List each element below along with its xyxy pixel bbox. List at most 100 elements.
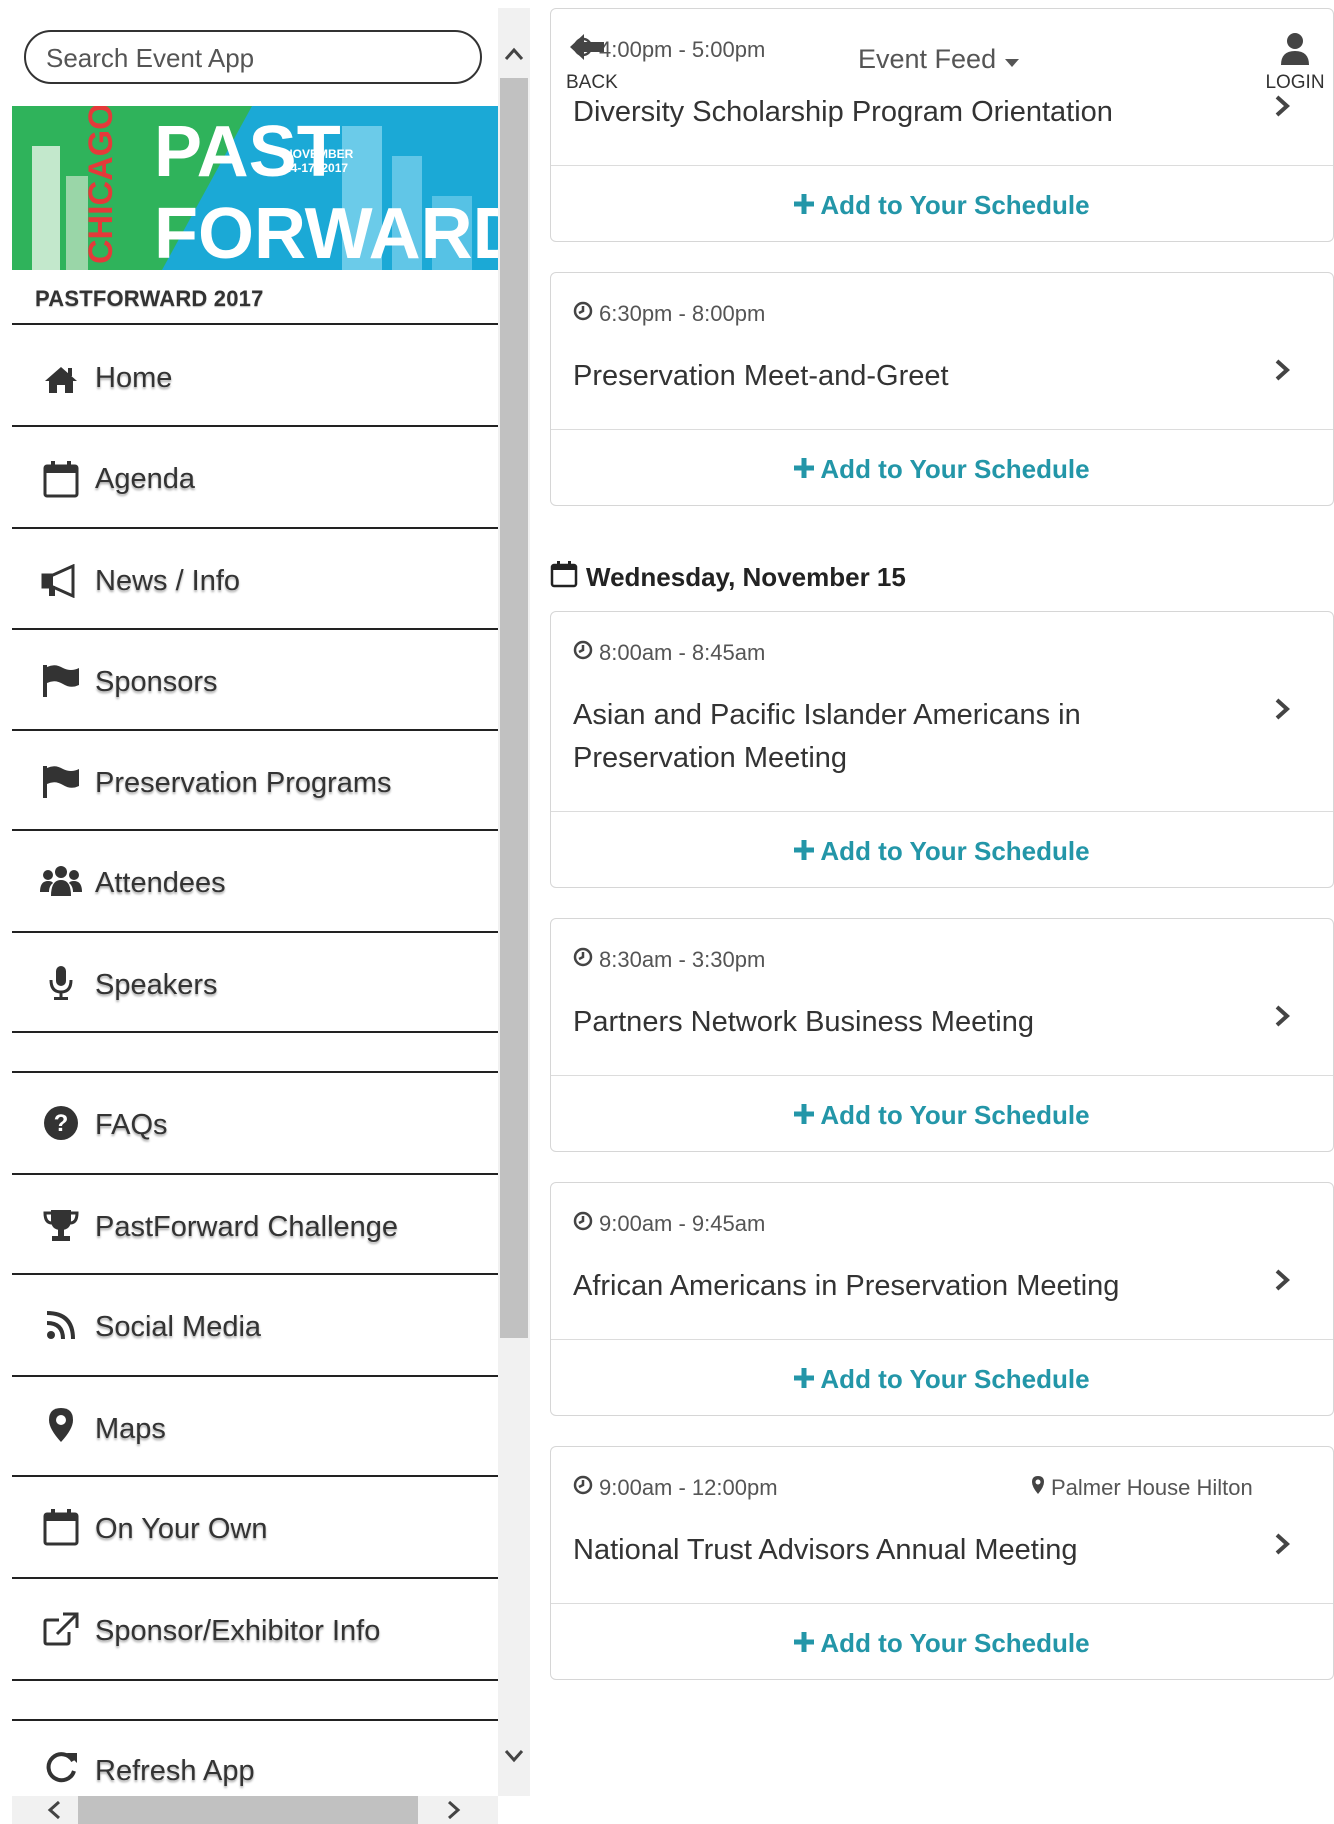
plus-icon — [794, 454, 815, 485]
megaphone-icon — [38, 561, 84, 601]
nav-label-sponsor-exhibitor-info: Sponsor/Exhibitor Info — [95, 1615, 381, 1647]
login-button[interactable]: LOGIN — [1260, 22, 1330, 102]
add-to-schedule-button[interactable]: Add to Your Schedule — [551, 1095, 1333, 1135]
nav-label-pastforward-challenge: PastForward Challenge — [95, 1211, 399, 1243]
chevron-right-icon[interactable] — [1273, 694, 1293, 724]
flag-icon — [38, 660, 84, 700]
sidebar: CHICAGO PAST FORWARD NOVEMBER 14-17, 201… — [0, 0, 530, 1824]
add-to-schedule-label: Add to Your Schedule — [820, 1363, 1090, 1394]
user-icon — [1280, 32, 1310, 71]
session-title[interactable]: Asian and Pacific Islander Americans in … — [573, 694, 1243, 780]
calendar-icon — [38, 1507, 84, 1547]
card-divider — [551, 811, 1333, 812]
question-icon: ? — [38, 1103, 84, 1143]
nav-item-agenda[interactable]: Agenda — [12, 433, 498, 529]
session-time: 8:30am - 3:30pm — [573, 947, 765, 973]
add-to-schedule-button[interactable]: Add to Your Schedule — [551, 185, 1333, 225]
calendar-icon — [550, 560, 578, 595]
scroll-up-icon[interactable] — [498, 38, 530, 70]
event-banner: CHICAGO PAST FORWARD NOVEMBER 14-17, 201… — [12, 106, 498, 270]
add-to-schedule-button[interactable]: Add to Your Schedule — [551, 1623, 1333, 1663]
caret-down-icon — [1004, 44, 1020, 75]
nav-label-news: News / Info — [95, 565, 241, 597]
chevron-right-icon[interactable] — [1273, 1001, 1293, 1031]
nav-item-pastforward-challenge[interactable]: PastForward Challenge — [12, 1181, 498, 1277]
chevron-right-icon[interactable] — [1273, 1529, 1293, 1559]
sidebar-horizontal-scrollbar[interactable] — [12, 1796, 498, 1824]
nav-item-sponsor-exhibitor-info[interactable]: Sponsor/Exhibitor Info — [12, 1585, 498, 1681]
session-card: 9:00am - 12:00pm Palmer House Hilton Nat… — [550, 1446, 1334, 1680]
session-time: 9:00am - 12:00pm — [573, 1475, 778, 1501]
plus-icon — [794, 836, 815, 867]
session-title[interactable]: Partners Network Business Meeting — [573, 1001, 1243, 1044]
session-card: 8:30am - 3:30pm Partners Network Busines… — [550, 918, 1334, 1152]
banner-word2: FORWARD — [154, 194, 498, 270]
session-title[interactable]: African Americans in Preservation Meetin… — [573, 1265, 1243, 1308]
card-divider — [551, 165, 1333, 166]
scroll-left-icon[interactable] — [38, 1794, 70, 1824]
nav-label-faqs: FAQs — [95, 1109, 168, 1141]
map-marker-icon — [1031, 1475, 1045, 1501]
scrollbar-thumb[interactable] — [78, 1796, 418, 1824]
event-feed-title: Event Feed — [858, 44, 997, 74]
nav-item-attendees[interactable]: Attendees — [12, 837, 498, 933]
clock-icon — [573, 640, 593, 666]
session-card: 6:30pm - 8:00pm Preservation Meet-and-Gr… — [550, 272, 1334, 506]
nav-item-sponsors[interactable]: Sponsors — [12, 636, 498, 732]
banner-date-line2: 14-17, 2017 — [284, 161, 348, 175]
clock-icon — [573, 947, 593, 973]
session-title[interactable]: National Trust Advisors Annual Meeting — [573, 1529, 1243, 1572]
nav-item-maps[interactable]: Maps — [12, 1383, 498, 1479]
flag-icon — [38, 761, 84, 801]
day-header-text: Wednesday, November 15 — [586, 562, 906, 592]
plus-icon — [794, 190, 815, 221]
session-time: 6:30pm - 8:00pm — [573, 301, 765, 327]
nav-divider — [12, 1719, 498, 1721]
calendar-icon — [38, 459, 84, 499]
event-feed-dropdown[interactable]: Event Feed — [858, 44, 1020, 75]
microphone-icon — [38, 963, 84, 1003]
nav-item-social-media[interactable]: Social Media — [12, 1281, 498, 1377]
home-icon — [38, 360, 84, 400]
clock-icon — [573, 301, 593, 327]
back-label[interactable]: BACK — [566, 72, 618, 94]
nav-item-faqs[interactable]: ? FAQs — [12, 1079, 498, 1175]
scroll-down-icon[interactable] — [498, 1740, 530, 1772]
day-header: Wednesday, November 15 — [550, 560, 906, 595]
login-label: LOGIN — [1265, 72, 1325, 93]
chevron-right-icon[interactable] — [1273, 355, 1293, 385]
add-to-schedule-button[interactable]: Add to Your Schedule — [551, 831, 1333, 871]
add-to-schedule-button[interactable]: Add to Your Schedule — [551, 449, 1333, 489]
nav-divider — [12, 1071, 498, 1073]
nav-item-preservation-programs[interactable]: Preservation Programs — [12, 737, 498, 833]
search-box[interactable] — [24, 30, 482, 84]
nav-label-attendees: Attendees — [95, 867, 226, 899]
session-card: 9:00am - 9:45am African Americans in Pre… — [550, 1182, 1334, 1416]
scrollbar-thumb[interactable] — [500, 78, 528, 1338]
nav-item-home[interactable]: Home — [12, 332, 498, 428]
session-time-text: 8:30am - 3:30pm — [599, 947, 766, 972]
chevron-right-icon[interactable] — [1273, 1265, 1293, 1295]
scroll-right-icon[interactable] — [438, 1794, 470, 1824]
session-time-text: 9:00am - 12:00pm — [599, 1475, 778, 1500]
sidebar-vertical-scrollbar[interactable] — [498, 8, 530, 1796]
refresh-icon — [38, 1747, 84, 1787]
session-title[interactable]: Preservation Meet-and-Greet — [573, 355, 1243, 398]
clock-icon — [573, 1475, 593, 1501]
card-divider — [551, 429, 1333, 430]
nav-label-refresh-app: Refresh App — [95, 1755, 255, 1787]
search-input[interactable] — [46, 42, 456, 74]
add-to-schedule-label: Add to Your Schedule — [820, 453, 1090, 484]
rss-icon — [38, 1305, 84, 1345]
nav-item-news[interactable]: News / Info — [12, 535, 498, 631]
banner-city: CHICAGO — [82, 106, 120, 264]
banner-date-line1: NOVEMBER — [284, 147, 354, 161]
add-to-schedule-label: Add to Your Schedule — [820, 189, 1090, 220]
nav-item-speakers[interactable]: Speakers — [12, 939, 498, 1035]
svg-text:?: ? — [54, 1110, 69, 1137]
nav-item-on-your-own[interactable]: On Your Own — [12, 1483, 498, 1579]
session-location: Palmer House Hilton — [1031, 1475, 1253, 1501]
nav-label-sponsors: Sponsors — [95, 666, 218, 698]
nav-label-speakers: Speakers — [95, 969, 218, 1001]
add-to-schedule-button[interactable]: Add to Your Schedule — [551, 1359, 1333, 1399]
